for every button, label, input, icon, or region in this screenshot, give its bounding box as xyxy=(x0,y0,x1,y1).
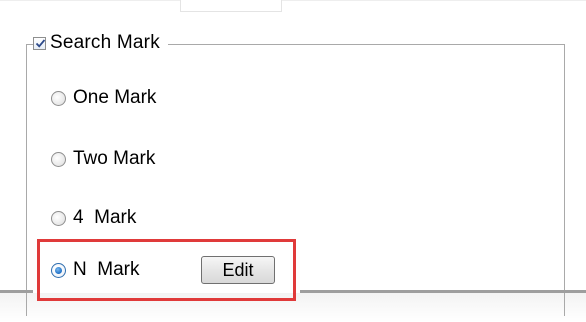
option-label: 4 Mark xyxy=(73,207,137,228)
radio-4-mark[interactable] xyxy=(51,210,66,226)
red-highlight-box xyxy=(37,239,296,301)
option-two-mark[interactable]: Two Mark xyxy=(51,146,155,172)
bottom-border-right xyxy=(300,290,586,293)
option-one-mark[interactable]: One Mark xyxy=(51,85,156,111)
option-label: One Mark xyxy=(73,87,157,108)
radio-two-mark[interactable] xyxy=(51,151,66,167)
checkmark-icon xyxy=(35,38,46,48)
option-4-mark[interactable]: 4 Mark xyxy=(51,205,136,231)
option-label: Two Mark xyxy=(73,148,156,169)
search-mark-checkbox[interactable] xyxy=(33,36,46,50)
search-mark-header[interactable]: Search Mark xyxy=(33,30,168,56)
top-divider xyxy=(0,0,586,1)
top-tab-edge xyxy=(180,0,282,12)
radio-one-mark[interactable] xyxy=(51,90,66,106)
search-mark-label: Search Mark xyxy=(50,32,160,53)
bottom-border-left xyxy=(0,290,33,293)
